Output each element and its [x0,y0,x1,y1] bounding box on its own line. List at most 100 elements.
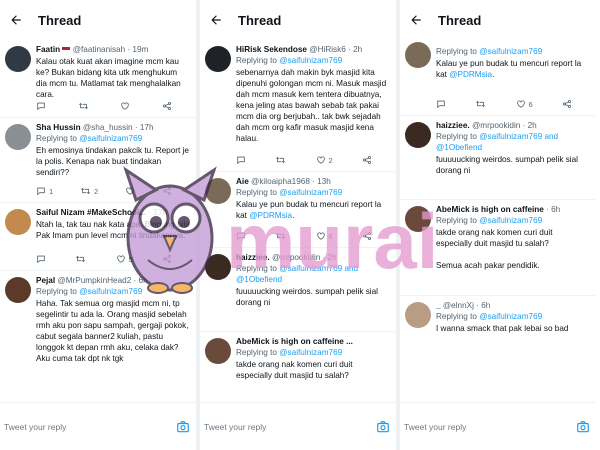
tweet[interactable]: haizziee. @mrpookidin · 2h Replying to @… [400,116,596,200]
share-button[interactable] [162,254,172,264]
retweet-button[interactable] [275,155,286,165]
thread-column-2: Thread HiRisk Sekendose @HiRisk6 · 2h Re… [200,0,396,450]
share-button[interactable] [562,99,572,109]
mention-link[interactable]: @saifulnizam769 [479,216,542,225]
tweet[interactable]: HiRisk Sekendose @HiRisk6 · 2h Replying … [200,40,396,172]
retweet-button[interactable] [475,99,486,109]
avatar[interactable] [5,209,31,235]
camera-icon[interactable] [576,420,590,434]
mention-link[interactable]: @saifulnizam769 [479,47,542,56]
avatar[interactable] [205,338,231,364]
reply-button[interactable] [36,254,46,264]
mention-link[interactable]: @saifulnizam769 and @1Obefiend [436,132,558,152]
replying-to: Replying to @saifulnizam769 and @1Obefie… [436,132,559,152]
back-arrow-icon[interactable] [408,12,424,28]
author-name[interactable]: haizziee. [436,121,470,130]
tweet-text: Kalau ye pun budak tu mencuri report la … [436,59,582,79]
mention-link[interactable]: @saifulnizam769 [279,188,342,197]
reply-button[interactable] [236,155,246,165]
retweet-button[interactable]: 2 [80,186,98,196]
retweet-icon [276,156,286,164]
reply-input[interactable] [204,421,354,432]
reply-button[interactable] [236,231,246,241]
reply-input[interactable] [404,421,554,432]
like-button[interactable]: 2 [316,155,333,165]
retweet-button[interactable] [78,101,89,111]
author-name[interactable]: Aie [236,177,249,186]
like-button[interactable] [125,186,135,196]
tweet[interactable]: haizziee. @mrpookidin · 2h Replying to @… [200,248,396,332]
mention-link[interactable]: @PDRMsia [449,70,492,79]
avatar[interactable] [405,122,431,148]
camera-icon[interactable] [376,420,390,434]
tweet-feed[interactable]: HiRisk Sekendose @HiRisk6 · 2h Replying … [200,40,396,402]
tweet[interactable]: Replying to @saifulnizam769 Kalau ye pun… [400,40,596,116]
tweet-feed[interactable]: Replying to @saifulnizam769 Kalau ye pun… [400,40,596,402]
page-title: Thread [38,12,82,28]
tweet[interactable]: AbeMick is high on caffeine ... Replying… [200,332,396,402]
author-name[interactable]: Faatin [36,45,60,54]
share-button[interactable] [362,155,372,165]
reply-button[interactable]: 1 [36,186,53,196]
avatar[interactable] [405,302,431,328]
back-arrow-icon[interactable] [8,12,24,28]
mention-link[interactable]: @saifulnizam769 [279,56,342,65]
avatar[interactable] [205,254,231,280]
tweet[interactable]: Saiful Nizam #MakeSchool... · 17h Ntah l… [0,203,196,271]
reply-composer [0,402,196,450]
tweet[interactable]: Sha Hussin @sha_hussin · 17h Replying to… [0,118,196,203]
tweet[interactable]: Pejal @MrPumpkinHead2 · 6h Replying to @… [0,271,196,391]
mention-link[interactable]: @saifulnizam769 [79,287,142,296]
tweet-text: takde orang nak komen curi duit especial… [236,360,353,380]
avatar[interactable] [5,124,31,150]
avatar[interactable] [205,46,231,72]
mention-link[interactable]: @saifulnizam769 and @1Obefiend [236,264,358,284]
author-handle: · 6h [546,205,561,214]
retweet-button[interactable] [75,254,86,264]
tweet[interactable]: Aie @kiloaipha1968 · 13h Replying to @sa… [200,172,396,248]
tweet-actions: 2 [236,149,390,171]
share-button[interactable] [362,231,372,241]
avatar[interactable] [205,178,231,204]
tweet[interactable]: AbeMick is high on caffeine · 6h Replyin… [400,200,596,296]
like-icon [516,100,525,108]
share-button[interactable] [162,101,172,111]
reply-input[interactable] [4,421,154,432]
retweet-button[interactable] [275,231,286,241]
like-button[interactable] [120,101,130,111]
like-button[interactable]: 6 [316,231,333,241]
replying-to: Replying to @saifulnizam769 [436,312,543,321]
mention-link[interactable]: @saifulnizam769 [279,348,342,357]
like-button[interactable]: 5 [116,254,133,264]
share-button[interactable] [162,186,172,196]
author-name[interactable]: haizziee. [236,253,270,262]
author-name[interactable]: Pejal [36,276,55,285]
author-name[interactable]: HiRisk Sekendose [236,45,307,54]
like-count: 6 [328,231,333,241]
tweet-feed[interactable]: Faatin @faatinanisah · 19m Kalau otak ku… [0,40,196,402]
reply-button[interactable] [36,101,46,111]
author-name[interactable]: AbeMick is high on caffeine ... [236,337,353,346]
avatar[interactable] [405,42,431,68]
share-icon [363,232,371,240]
like-button[interactable]: 6 [516,99,533,109]
tweet-text: fuuuuucking weirdos. sumpah pelik sial d… [236,287,378,307]
mention-link[interactable]: @saifulnizam769 [79,134,142,143]
like-icon [116,255,125,263]
reply-icon [37,187,45,196]
tweet-actions: 6 [436,93,590,115]
camera-icon[interactable] [176,420,190,434]
reply-button[interactable] [436,99,446,109]
avatar[interactable] [405,206,431,232]
author-name[interactable]: _ [436,301,441,310]
avatar[interactable] [5,277,31,303]
mention-link[interactable]: @PDRMsia [249,211,292,220]
author-name[interactable]: Saiful Nizam #MakeSchool... [36,208,146,217]
mention-link[interactable]: @saifulnizam769 [479,312,542,321]
avatar[interactable] [5,46,31,72]
back-arrow-icon[interactable] [208,12,224,28]
tweet[interactable]: Faatin @faatinanisah · 19m Kalau otak ku… [0,40,196,118]
tweet[interactable]: _ @elnnXj · 6h Replying to @saifulnizam7… [400,296,596,356]
author-name[interactable]: AbeMick is high on caffeine [436,205,544,214]
author-name[interactable]: Sha Hussin [36,123,81,132]
